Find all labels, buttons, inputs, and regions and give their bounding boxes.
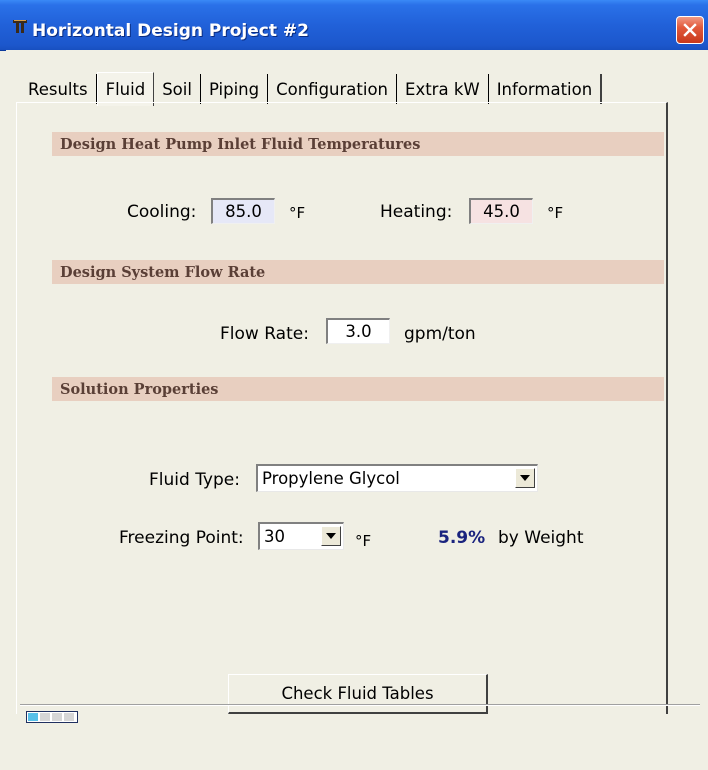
flow-rate-input[interactable]: 3.0 [326, 318, 390, 344]
tab-fluid[interactable]: Fluid [96, 72, 155, 106]
heating-label: Heating: [380, 202, 453, 222]
progress-indicator [26, 711, 78, 723]
tab-label: Configuration [276, 79, 389, 99]
fluid-type-value: Propylene Glycol [262, 469, 400, 488]
title-bar[interactable]: Horizontal Design Project #2 [0, 0, 708, 51]
progress-segment [52, 713, 62, 721]
chevron-down-icon [326, 533, 336, 539]
status-divider [20, 704, 700, 706]
chevron-down-icon [520, 475, 530, 481]
progress-segment [64, 713, 74, 721]
tab-label: Fluid [105, 80, 146, 99]
glycol-percent: 5.9% [438, 528, 486, 548]
heating-temp-input[interactable]: 45.0 [469, 198, 533, 224]
dropdown-arrow-button[interactable] [321, 526, 341, 546]
tab-extra-kw[interactable]: Extra kW [397, 74, 489, 104]
freezing-point-unit: °F [355, 532, 372, 550]
app-window: Horizontal Design Project #2 Results Flu… [0, 0, 708, 770]
tab-panel-fluid [16, 102, 668, 714]
progress-segment [28, 713, 38, 721]
freezing-point-value: 30 [264, 527, 285, 546]
tab-piping[interactable]: Piping [201, 74, 269, 104]
heating-unit: °F [547, 204, 564, 222]
glycol-percent-suffix: by Weight [498, 528, 584, 548]
dropdown-arrow-button[interactable] [515, 468, 535, 488]
app-icon [13, 20, 27, 33]
fluid-type-select[interactable]: Propylene Glycol [256, 464, 538, 492]
flow-rate-label: Flow Rate: [220, 324, 309, 344]
tab-information[interactable]: Information [489, 74, 603, 104]
freezing-point-select[interactable]: 30 [258, 522, 344, 550]
tab-label: Soil [162, 79, 192, 99]
section-header-flow-rate: Design System Flow Rate [52, 260, 664, 284]
tab-label: Results [28, 79, 88, 99]
tab-results[interactable]: Results [20, 74, 97, 104]
cooling-label: Cooling: [127, 202, 197, 222]
tab-configuration[interactable]: Configuration [268, 74, 398, 104]
tab-label: Extra kW [405, 79, 480, 99]
progress-segment [40, 713, 50, 721]
tab-label: Piping [208, 79, 260, 99]
window-title: Horizontal Design Project #2 [32, 21, 309, 41]
tab-strip: Results Fluid Soil Piping Configuration … [20, 70, 603, 106]
window-client: Results Fluid Soil Piping Configuration … [6, 50, 708, 770]
close-icon [683, 23, 697, 37]
close-button[interactable] [676, 16, 704, 44]
check-fluid-tables-button[interactable]: Check Fluid Tables [228, 674, 488, 714]
section-header-solution-properties: Solution Properties [52, 377, 664, 401]
tab-label: Information [496, 79, 593, 99]
section-header-temperatures: Design Heat Pump Inlet Fluid Temperature… [52, 132, 664, 156]
fluid-type-label: Fluid Type: [149, 470, 240, 490]
flow-rate-unit: gpm/ton [404, 324, 476, 344]
cooling-temp-input[interactable]: 85.0 [211, 198, 275, 224]
cooling-unit: °F [289, 204, 306, 222]
freezing-point-label: Freezing Point: [119, 528, 244, 548]
tab-soil[interactable]: Soil [154, 74, 201, 104]
